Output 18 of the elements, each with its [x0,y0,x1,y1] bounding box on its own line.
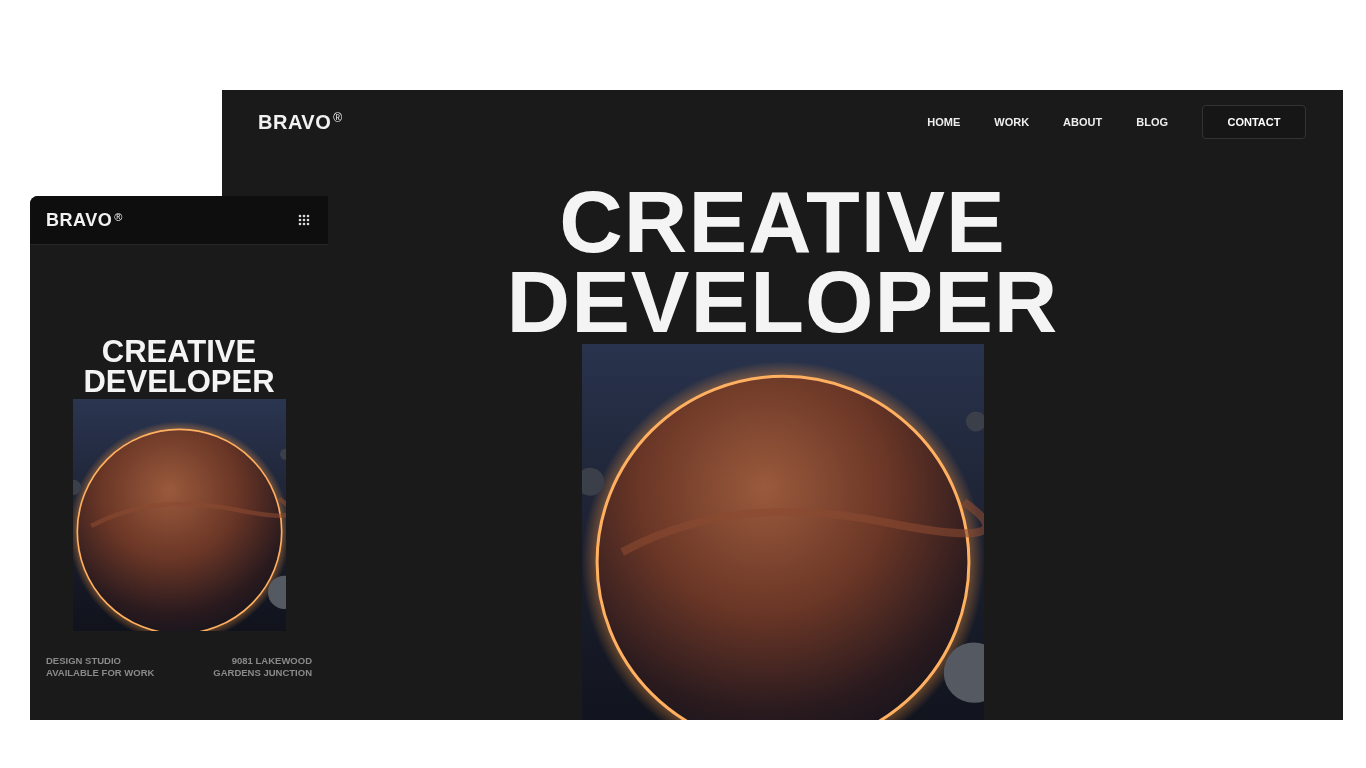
registered-mark: ® [114,210,123,224]
contact-button[interactable]: CONTACT [1202,104,1306,139]
nav-link[interactable]: WORK [994,115,1030,128]
headline-text: CREATIVE [101,337,257,367]
nav-link[interactable]: BLOG [1136,115,1168,128]
logo-text[interactable]: BRAVO [258,110,332,133]
headline-text: CREATIVE [559,182,1006,262]
address-text: GARDENS JUNCTION [213,667,312,679]
nav-link[interactable]: HOME [927,115,961,128]
address-text: 9081 LAKEWOOD [231,655,312,667]
logo-text[interactable]: BRAVO [46,210,113,230]
registered-mark: ® [333,110,343,125]
nav-link[interactable]: ABOUT [1063,115,1103,128]
headline-text: DEVELOPER [506,262,1059,342]
menu-icon[interactable] [298,214,310,226]
footer-text: DESIGN STUDIO [46,655,122,667]
headline-text: DEVELOPER [83,367,275,397]
footer-text: AVAILABLE FOR WORK [46,667,155,679]
